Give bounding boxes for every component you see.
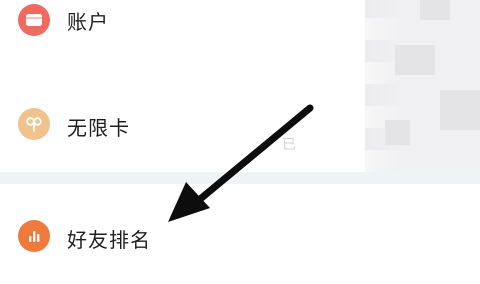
annotation-arrow — [168, 104, 314, 222]
